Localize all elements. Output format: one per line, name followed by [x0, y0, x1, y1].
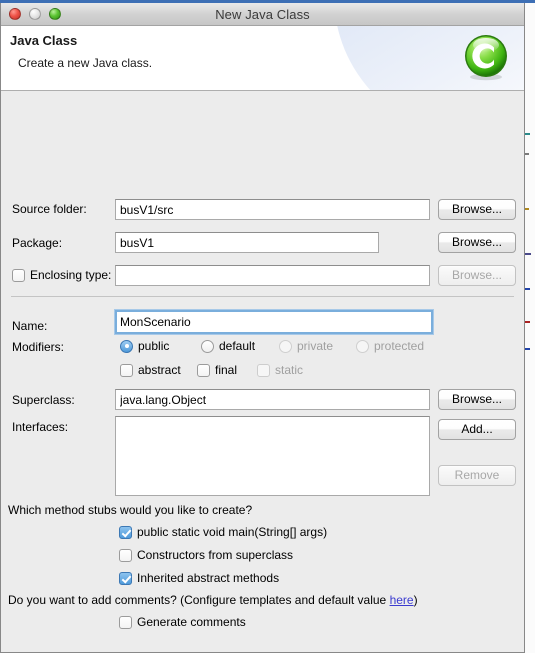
background-code-line — [525, 253, 531, 255]
radio-protected-label: protected — [374, 339, 425, 353]
configure-templates-link[interactable]: here — [390, 593, 414, 607]
checkbox-static-label: static — [275, 363, 304, 377]
checkbox-final-box[interactable] — [197, 363, 210, 377]
radio-default-indicator[interactable] — [201, 339, 214, 353]
comments-question: Do you want to add comments? (Configure … — [8, 593, 418, 607]
comments-question-suffix: ) — [413, 593, 418, 607]
dialog-body: Source folder: Browse... Package: Browse… — [1, 91, 524, 652]
modifier-radio-private: private — [279, 339, 333, 353]
banner-subtitle: Create a new Java class. — [18, 56, 153, 70]
checkbox-constructors-box[interactable] — [119, 548, 132, 562]
method-stubs-question: Which method stubs would you like to cre… — [8, 503, 253, 517]
checkbox-main-box[interactable] — [119, 525, 132, 539]
radio-protected-indicator — [356, 339, 369, 353]
window-controls — [9, 8, 61, 20]
radio-private-label: private — [297, 339, 334, 353]
interfaces-add-button[interactable]: Add... — [438, 419, 516, 440]
modifier-radio-public[interactable]: public — [120, 339, 169, 353]
package-browse-button[interactable]: Browse... — [438, 232, 516, 253]
java-class-icon — [465, 35, 507, 81]
source-folder-label: Source folder: — [12, 202, 87, 216]
package-input[interactable] — [115, 232, 379, 253]
superclass-input[interactable] — [115, 389, 430, 410]
background-code-line — [525, 153, 529, 155]
window-title: New Java Class — [215, 6, 310, 22]
modifiers-label: Modifiers: — [12, 340, 65, 354]
new-java-class-dialog: New Java Class Java Class Create a new J… — [0, 3, 525, 653]
checkbox-inherited-box[interactable] — [119, 571, 132, 585]
enclosing-type-label: Enclosing type: — [30, 268, 112, 282]
banner-title: Java Class — [10, 33, 78, 48]
radio-public-label: public — [138, 339, 170, 353]
radio-default-label: default — [219, 339, 256, 353]
dialog-titlebar[interactable]: New Java Class — [1, 3, 524, 26]
enclosing-type-checkbox[interactable]: Enclosing type: — [12, 268, 111, 282]
comments-question-prefix: Do you want to add comments? (Configure … — [8, 593, 390, 607]
enclosing-type-browse-button: Browse... — [438, 265, 516, 286]
checkbox-constructors-label: Constructors from superclass — [137, 548, 294, 562]
enclosing-type-checkbox-box[interactable] — [12, 268, 25, 282]
modifier-checkbox-abstract[interactable]: abstract — [120, 363, 181, 377]
background-code-line — [525, 348, 530, 350]
checkbox-generate-comments-label: Generate comments — [137, 615, 246, 629]
superclass-browse-button[interactable]: Browse... — [438, 389, 516, 410]
stub-checkbox-constructors[interactable]: Constructors from superclass — [119, 548, 293, 562]
checkbox-generate-comments-box[interactable] — [119, 615, 132, 629]
interfaces-label: Interfaces: — [12, 420, 69, 434]
checkbox-final-label: final — [215, 363, 238, 377]
stub-checkbox-main[interactable]: public static void main(String[] args) — [119, 525, 327, 539]
stub-checkbox-inherited[interactable]: Inherited abstract methods — [119, 571, 279, 585]
checkbox-static-box — [257, 363, 270, 377]
background-code-line — [525, 321, 530, 323]
package-label: Package: — [12, 236, 63, 250]
checkbox-abstract-box[interactable] — [120, 363, 133, 377]
section-divider — [11, 296, 514, 297]
superclass-label: Superclass: — [12, 393, 75, 407]
checkbox-main-label: public static void main(String[] args) — [137, 525, 328, 539]
close-window-icon[interactable] — [9, 8, 21, 20]
background-code-line — [525, 133, 530, 135]
modifier-checkbox-static: static — [257, 363, 303, 377]
source-folder-input[interactable] — [115, 199, 430, 220]
interfaces-remove-button: Remove — [438, 465, 516, 486]
interfaces-listbox[interactable] — [115, 416, 430, 496]
modifier-radio-protected: protected — [356, 339, 424, 353]
background-code-line — [525, 288, 530, 290]
zoom-window-icon[interactable] — [49, 8, 61, 20]
class-name-input[interactable] — [115, 310, 433, 334]
dialog-banner: Java Class Create a new Java class. — [1, 26, 524, 91]
checkbox-abstract-label: abstract — [138, 363, 181, 377]
radio-private-indicator — [279, 339, 292, 353]
name-label: Name: — [12, 319, 48, 333]
generate-comments-checkbox[interactable]: Generate comments — [119, 615, 246, 629]
modifier-radio-default[interactable]: default — [201, 339, 255, 353]
radio-public-indicator[interactable] — [120, 339, 133, 353]
minimize-window-icon[interactable] — [29, 8, 41, 20]
enclosing-type-input[interactable] — [115, 265, 430, 286]
background-code-line — [525, 208, 529, 210]
source-folder-browse-button[interactable]: Browse... — [438, 199, 516, 220]
checkbox-inherited-label: Inherited abstract methods — [137, 571, 280, 585]
modifier-checkbox-final[interactable]: final — [197, 363, 237, 377]
